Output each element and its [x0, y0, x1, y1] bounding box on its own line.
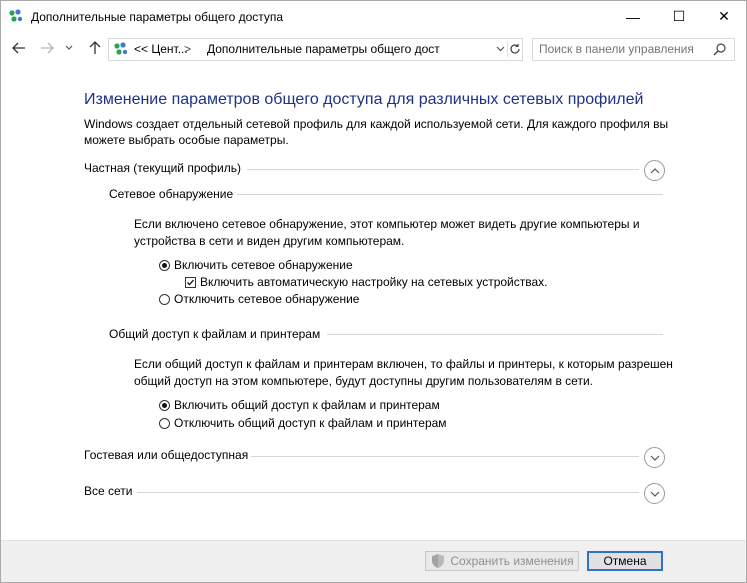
- breadcrumb-control-panel[interactable]: << Цент...: [134, 42, 188, 56]
- title-bar: Дополнительные параметры общего доступа …: [1, 1, 746, 32]
- auto-setup-checkbox[interactable]: [185, 276, 196, 288]
- chevron-down-icon: [65, 45, 73, 50]
- refresh-icon: [509, 44, 520, 54]
- close-button[interactable]: ✕: [701, 1, 746, 32]
- cancel-label: Отмена: [603, 554, 647, 568]
- section-private-label: Частная (текущий профиль): [84, 161, 242, 175]
- maximize-button[interactable]: ☐: [656, 1, 702, 32]
- footer-bar: Сохранить изменения Отмена: [1, 540, 746, 582]
- network-icon: [114, 42, 128, 55]
- arrow-right-icon: [41, 42, 54, 54]
- up-button[interactable]: [85, 38, 105, 58]
- breadcrumb-current[interactable]: Дополнительные параметры общего дост: [207, 42, 440, 56]
- minimize-button[interactable]: —: [610, 1, 656, 32]
- cancel-button[interactable]: Отмена: [587, 551, 663, 571]
- save-changes-label: Сохранить изменения: [450, 554, 574, 568]
- auto-setup-checkbox-row[interactable]: Включить автоматическую настройку на сет…: [185, 275, 548, 289]
- section-guest-label: Гостевая или общедоступная: [84, 448, 249, 462]
- main-content: Изменение параметров общего доступа для …: [1, 64, 746, 540]
- maximize-icon: ☐: [672, 8, 686, 24]
- chevron-up-icon: [650, 167, 659, 173]
- chevron-down-icon: [650, 491, 659, 497]
- sharing-off-radio-row[interactable]: Отключить общий доступ к файлам и принте…: [159, 416, 447, 430]
- divider: [237, 194, 663, 195]
- expand-all-networks-button[interactable]: [644, 483, 665, 504]
- navigation-bar: << Цент... > Дополнительные параметры об…: [1, 32, 746, 64]
- window: Дополнительные параметры общего доступа …: [0, 0, 747, 583]
- close-icon: ✕: [718, 8, 730, 24]
- divider: [247, 169, 639, 170]
- discovery-on-radio[interactable]: [159, 259, 170, 271]
- forward-button[interactable]: [37, 38, 57, 58]
- section-private-header[interactable]: Частная (текущий профиль): [84, 161, 241, 175]
- expand-guest-button[interactable]: [644, 447, 665, 468]
- divider: [251, 456, 639, 457]
- network-discovery-description: Если включено сетевое обнаружение, этот …: [134, 217, 640, 248]
- sharing-off-radio[interactable]: [159, 417, 170, 429]
- chevron-down-icon: [650, 455, 659, 461]
- breadcrumb-separator[interactable]: >: [184, 42, 191, 56]
- arrow-left-icon: [12, 42, 25, 54]
- minimize-icon: —: [626, 8, 640, 25]
- auto-setup-label: Включить автоматическую настройку на сет…: [200, 275, 548, 289]
- window-title: Дополнительные параметры общего доступа: [31, 10, 284, 24]
- discovery-on-label: Включить сетевое обнаружение: [174, 258, 353, 272]
- chevron-down-icon: [496, 46, 504, 52]
- sharing-on-label: Включить общий доступ к файлам и принтер…: [174, 398, 440, 412]
- recent-locations-button[interactable]: [63, 38, 75, 58]
- search-box[interactable]: [532, 38, 735, 61]
- section-all-header[interactable]: Все сети: [84, 484, 133, 498]
- discovery-on-radio-row[interactable]: Включить сетевое обнаружение: [159, 258, 353, 272]
- back-button[interactable]: [9, 38, 29, 58]
- page-title: Изменение параметров общего доступа для …: [84, 91, 644, 108]
- save-changes-button[interactable]: Сохранить изменения: [425, 551, 579, 571]
- collapse-private-button[interactable]: [644, 160, 665, 181]
- address-dropdown-button[interactable]: [493, 41, 508, 57]
- address-bar[interactable]: << Цент... > Дополнительные параметры об…: [108, 38, 523, 61]
- search-icon: [713, 43, 726, 56]
- network-icon: [9, 9, 23, 22]
- sharing-on-radio-row[interactable]: Включить общий доступ к файлам и принтер…: [159, 398, 440, 412]
- sharing-off-label: Отключить общий доступ к файлам и принте…: [174, 416, 447, 430]
- network-discovery-heading: Сетевое обнаружение: [109, 187, 234, 201]
- divider: [137, 492, 639, 493]
- discovery-off-radio-row[interactable]: Отключить сетевое обнаружение: [159, 292, 359, 306]
- arrow-up-icon: [89, 41, 101, 54]
- uac-shield-icon: [432, 554, 445, 568]
- refresh-button[interactable]: [507, 41, 522, 57]
- section-all-label: Все сети: [84, 484, 133, 498]
- page-description: Windows создает отдельный сетевой профил…: [84, 117, 669, 147]
- sharing-on-radio[interactable]: [159, 399, 170, 411]
- discovery-off-label: Отключить сетевое обнаружение: [174, 292, 360, 306]
- file-sharing-heading: Общий доступ к файлам и принтерам: [109, 327, 321, 341]
- file-sharing-description: Если общий доступ к файлам и принтерам в…: [134, 357, 673, 388]
- search-input[interactable]: [539, 42, 709, 56]
- divider: [327, 334, 663, 335]
- section-guest-header[interactable]: Гостевая или общедоступная: [84, 448, 248, 462]
- discovery-off-radio[interactable]: [159, 293, 170, 305]
- checkmark-icon: [187, 279, 194, 285]
